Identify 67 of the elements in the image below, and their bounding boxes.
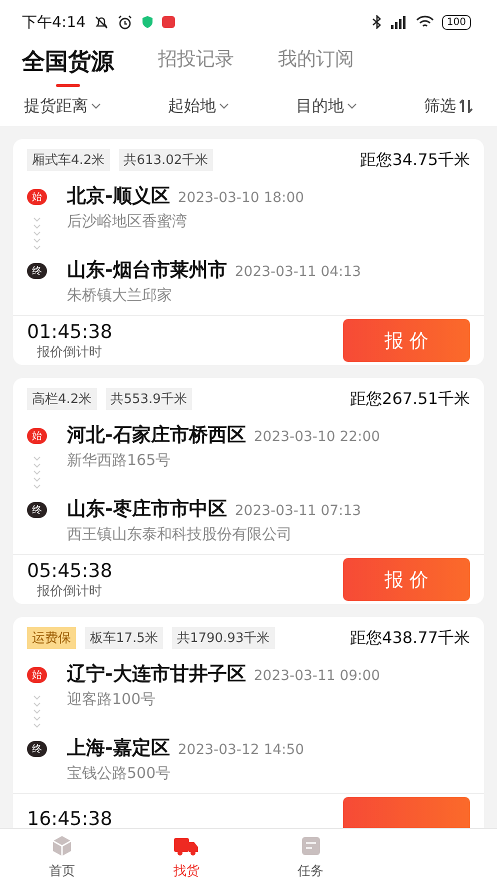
address-text: 后沙峪地区香蜜湾 <box>67 212 188 231</box>
address-text: 迎客路100号 <box>67 690 157 709</box>
end-marker: 终 <box>27 263 47 279</box>
tag: 板车17.5米 <box>85 627 163 649</box>
tab[interactable]: 全国货源 <box>22 46 114 85</box>
chevron-down-icon <box>347 103 357 109</box>
shield-icon <box>140 15 154 29</box>
address-text: 宝钱公路500号 <box>67 764 172 783</box>
alarm-icon <box>116 14 133 30</box>
tag: 共613.02千米 <box>118 149 214 171</box>
distance-text: 距您267.51千米 <box>350 388 470 410</box>
pickup-time: 2023-03-10 18:00 <box>178 190 304 206</box>
app-icon <box>162 16 175 28</box>
tag: 运费保 <box>27 627 76 649</box>
place-name: 辽宁-大连市甘井子区 <box>67 662 246 687</box>
end-marker: 终 <box>27 502 47 518</box>
freight-card[interactable]: 运费保 板车17.5米 共1790.93千米 距您438.77千米 始 辽宁-大连市甘井子区 2023-03-11 09:00 迎客路100号 终 上海-嘉定区 2023-03-12 14:50 宝钱公路500号 16:45:38 <box>13 617 484 828</box>
countdown-timer: 05:45:38 <box>27 560 112 582</box>
pickup-time: 2023-03-11 04:13 <box>234 264 362 280</box>
freight-card[interactable]: 厢式车4.2米 共613.02千米 距您34.75千米 始 北京-顺义区 2023-03-10 18:00 后沙峪地区香蜜湾 终 山东-烟台市莱州市 2023-03-11 04:13 朱桥镇大兰邱家 01:45:38 报价倒计时 报 价 <box>13 139 484 365</box>
tag: 共553.9千米 <box>106 388 192 410</box>
distance-text: 距您438.77千米 <box>350 628 470 648</box>
bluetooth-icon <box>372 15 382 29</box>
address-text: 朱桥镇大兰邱家 <box>67 286 173 305</box>
place-name: 河北-石家庄市桥西区 <box>67 423 246 448</box>
chevron-down-icon <box>91 103 101 109</box>
sort-icon <box>459 99 473 113</box>
filter-dropdown[interactable]: 目的地 <box>296 96 357 116</box>
place-name: 山东-烟台市莱州市 <box>67 258 227 283</box>
chevron-down-icon <box>219 103 229 109</box>
address-text: 西王镇山东泰和科技股份有限公司 <box>67 525 293 544</box>
freight-card[interactable]: 高栏4.2米 共553.9千米 距您267.51千米 始 河北-石家庄市桥西区 2023-03-10 22:00 新华西路165号 终 山东-枣庄市市中区 2023-03-11 07:13 西王镇山东泰和科技股份有限公司 05:45:38 报价倒计时 报 价 <box>13 378 484 604</box>
place-name: 上海-嘉定区 <box>67 736 170 761</box>
tag: 共1790.93千米 <box>172 627 275 649</box>
dotted-route-icon <box>32 694 42 730</box>
start-marker: 始 <box>27 189 47 205</box>
start-marker: 始 <box>27 667 47 683</box>
countdown-timer: 01:45:38 <box>27 320 112 342</box>
bell-off-icon <box>94 14 109 30</box>
distance-text: 距您34.75千米 <box>360 150 470 170</box>
pickup-time: 2023-03-12 14:50 <box>178 742 304 758</box>
filter-dropdown[interactable]: 提货距离 <box>24 96 101 116</box>
dotted-route-icon <box>32 216 42 252</box>
nav-item[interactable]: 任务 <box>248 834 373 880</box>
place-name: 北京-顺义区 <box>67 184 170 209</box>
countdown-label: 报价倒计时 <box>36 582 103 600</box>
status-time: 下午4:14 <box>22 12 86 32</box>
pickup-time: 2023-03-11 07:13 <box>234 503 362 519</box>
start-marker: 始 <box>27 428 47 444</box>
nav-item[interactable]: 找货 <box>124 834 248 880</box>
place-name: 山东-枣庄市市中区 <box>67 497 227 522</box>
tag: 高栏4.2米 <box>27 388 97 410</box>
filter-dropdown[interactable]: 筛选 <box>424 96 473 116</box>
address-text: 新华西路165号 <box>67 451 172 470</box>
signal-icon <box>390 15 408 29</box>
battery-indicator: 100 <box>442 14 471 30</box>
quote-button[interactable] <box>343 797 470 828</box>
countdown-label: 报价倒计时 <box>36 344 103 360</box>
nav-item[interactable]: 首页 <box>0 834 124 880</box>
tag: 厢式车4.2米 <box>27 149 110 171</box>
wifi-icon <box>416 15 434 29</box>
countdown-timer: 16:45:38 <box>27 808 112 828</box>
filter-dropdown[interactable]: 起始地 <box>168 96 229 116</box>
pickup-time: 2023-03-10 22:00 <box>254 429 380 445</box>
pickup-time: 2023-03-11 09:00 <box>254 668 380 684</box>
dotted-route-icon <box>32 455 42 491</box>
end-marker: 终 <box>27 741 47 757</box>
